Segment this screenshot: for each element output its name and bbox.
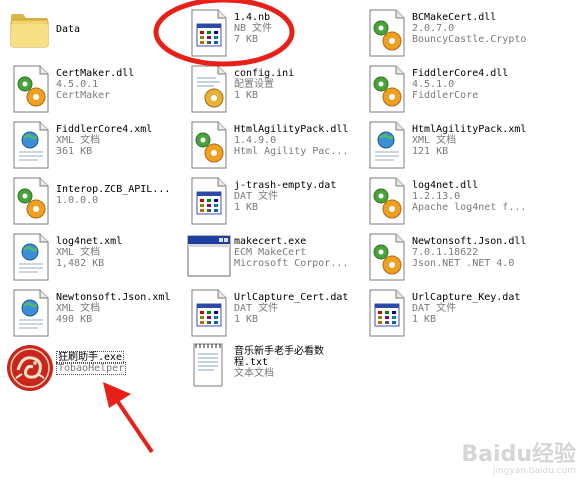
file-description: CertMaker (56, 90, 111, 101)
file-type: DAT 文件 (412, 303, 457, 314)
file-type: DAT 文件 (234, 303, 279, 314)
ini-icon (186, 60, 234, 118)
file-item[interactable]: makecert.exe ECM MakeCert Microsoft Corp… (186, 228, 354, 286)
file-name: log4net.xml (56, 236, 123, 247)
file-name: Newtonsoft.Json.dll (412, 236, 527, 247)
file-name: CertMaker.dll (56, 68, 135, 79)
file-name: Newtonsoft.Json.xml (56, 292, 171, 303)
file-version: 2.0.7.0 (412, 23, 455, 34)
watermark-sub: jingyan.baidu.com (492, 466, 576, 476)
file-description: BouncyCastle.Crypto (412, 34, 527, 45)
file-name: j-trash-empty.dat (234, 180, 337, 191)
file-size: 7 KB (234, 34, 259, 45)
file-item[interactable]: FiddlerCore4.dll 4.5.1.0 FiddlerCore (364, 60, 574, 118)
watermark-main: Baidu经验 (461, 442, 576, 467)
file-name: log4net.dll (412, 180, 479, 191)
file-name: HtmlAgilityPack.dll (234, 124, 349, 135)
file-item[interactable]: log4net.xml XML 文档 1,482 KB (8, 228, 176, 286)
file-name: Data (56, 24, 81, 35)
file-version: 7.0.1.18622 (412, 247, 479, 258)
file-name: UrlCapture_Key.dat (412, 292, 521, 303)
file-name: config.ini (234, 68, 295, 79)
file-description: ECM MakeCert (234, 247, 307, 258)
file-item[interactable]: CertMaker.dll 4.5.0.1 CertMaker (8, 60, 176, 118)
dll-icon (8, 172, 56, 230)
file-type: 配置设置 (234, 79, 274, 90)
file-description: Json.NET .NET 4.0 (412, 258, 515, 269)
file-type: XML 文档 (56, 247, 101, 258)
file-item[interactable]: Data (8, 4, 176, 62)
exe-window-icon (186, 228, 234, 286)
file-item[interactable]: UrlCapture_Cert.dat DAT 文件 1 KB (186, 284, 354, 342)
file-size: 490 KB (56, 314, 93, 325)
file-item[interactable]: Newtonsoft.Json.dll 7.0.1.18622 Json.NET… (364, 228, 574, 286)
dll-icon (364, 228, 412, 286)
file-item[interactable]: 1.4.nb NB 文件 7 KB (186, 4, 354, 62)
file-name: BCMakeCert.dll (412, 12, 497, 23)
xml-icon (8, 228, 56, 286)
file-type: NB 文件 (234, 23, 273, 34)
file-item[interactable]: j-trash-empty.dat DAT 文件 1 KB (186, 172, 354, 230)
file-name: makecert.exe (234, 236, 307, 247)
file-type: XML 文档 (412, 135, 457, 146)
file-size: 1,482 KB (56, 258, 105, 269)
file-type: XML 文档 (56, 135, 101, 146)
file-version: 1.0.0.0 (56, 195, 99, 206)
file-size: 1 KB (234, 202, 259, 213)
file-item[interactable]: BCMakeCert.dll 2.0.7.0 BouncyCastle.Cryp… (364, 4, 574, 62)
watermark: Baidu经验 jingyan.baidu.com (461, 442, 576, 477)
file-version: 4.5.1.0 (412, 79, 455, 90)
dll-icon (364, 172, 412, 230)
file-company: Microsoft Corpor... (234, 258, 349, 269)
file-description: TobaoHelper (56, 362, 127, 375)
file-item[interactable]: 音乐新手老手必看数程.txt 文本文档 (186, 340, 366, 398)
file-item[interactable]: Interop.ZCB_APIL... 1.0.0.0 (8, 172, 176, 230)
dll-icon (186, 116, 234, 174)
file-name: 音乐新手老手必看数程.txt (234, 346, 324, 368)
file-type: XML 文档 (56, 303, 101, 314)
file-description: Html Agility Pac... (234, 146, 349, 157)
file-item[interactable]: log4net.dll 1.2.13.0 Apache log4net f... (364, 172, 574, 230)
file-item[interactable]: HtmlAgilityPack.dll 1.4.9.0 Html Agility… (186, 116, 354, 174)
xml-icon (364, 116, 412, 174)
file-name: FiddlerCore4.xml (56, 124, 153, 135)
file-description: Apache log4net f... (412, 202, 527, 213)
file-version: 4.5.0.1 (56, 79, 99, 90)
nb-file-icon (186, 4, 234, 62)
dll-icon (364, 60, 412, 118)
file-description: FiddlerCore (412, 90, 479, 101)
file-version: 1.2.13.0 (412, 191, 461, 202)
dat-icon (364, 284, 412, 342)
file-name: HtmlAgilityPack.xml (412, 124, 527, 135)
file-size: 1 KB (412, 314, 437, 325)
file-item-selected[interactable]: 狂刷助手.exe TobaoHelper (4, 340, 176, 398)
dragon-app-icon (4, 340, 53, 398)
dat-icon (186, 172, 234, 230)
file-size: 121 KB (412, 146, 449, 157)
file-name: Interop.ZCB_APIL... (56, 184, 171, 195)
dll-icon (364, 4, 412, 62)
dat-icon (186, 284, 234, 342)
file-size: 1 KB (234, 314, 259, 325)
file-type: DAT 文件 (234, 191, 279, 202)
folder-icon (8, 4, 56, 62)
dll-icon (8, 60, 56, 118)
xml-icon (8, 284, 56, 342)
file-name: UrlCapture_Cert.dat (234, 292, 349, 303)
file-name: 1.4.nb (234, 12, 271, 23)
file-size: 361 KB (56, 146, 93, 157)
file-size: 1 KB (234, 90, 259, 101)
xml-icon (8, 116, 56, 174)
txt-icon (186, 340, 234, 398)
file-item[interactable]: FiddlerCore4.xml XML 文档 361 KB (8, 116, 176, 174)
file-item[interactable]: config.ini 配置设置 1 KB (186, 60, 354, 118)
file-name: FiddlerCore4.dll (412, 68, 509, 79)
file-version: 1.4.9.0 (234, 135, 277, 146)
file-item[interactable]: HtmlAgilityPack.xml XML 文档 121 KB (364, 116, 574, 174)
file-item[interactable]: Newtonsoft.Json.xml XML 文档 490 KB (8, 284, 176, 342)
file-type: 文本文档 (234, 368, 274, 379)
file-item[interactable]: UrlCapture_Key.dat DAT 文件 1 KB (364, 284, 574, 342)
